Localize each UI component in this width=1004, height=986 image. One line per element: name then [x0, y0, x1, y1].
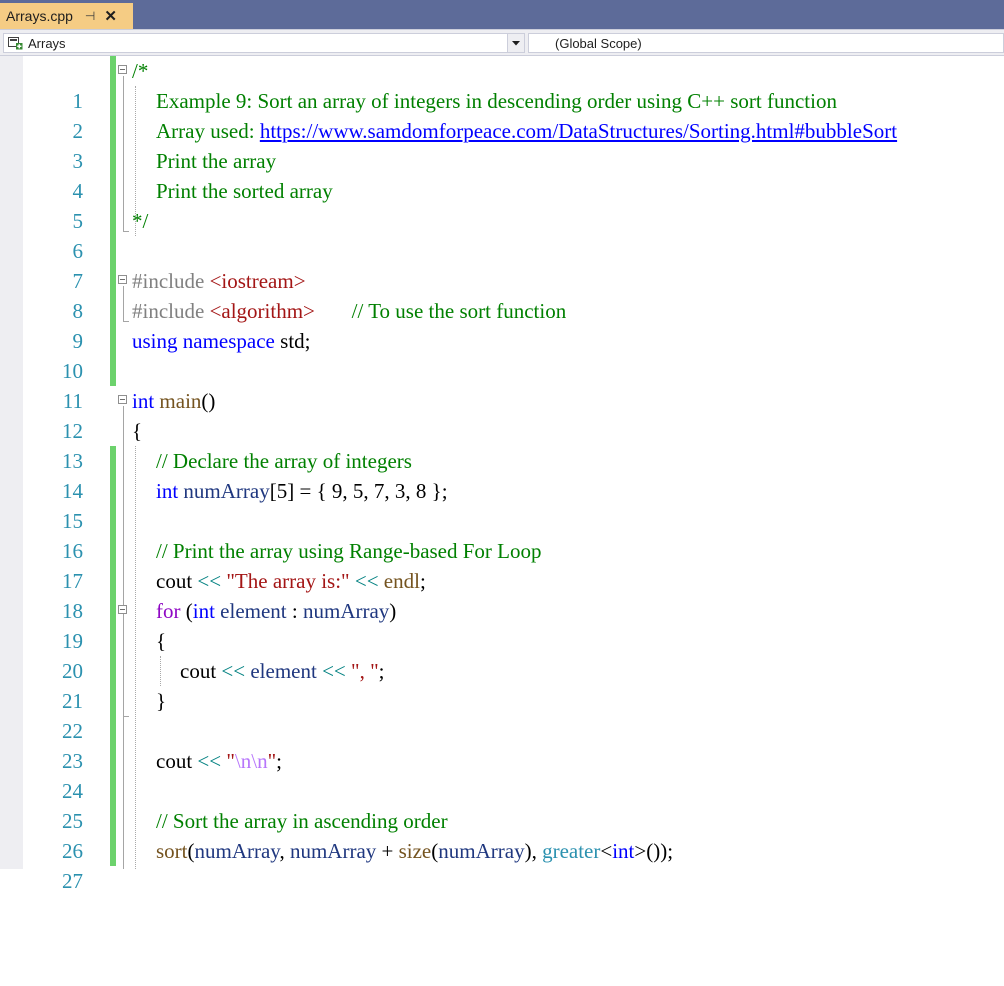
scope-dropdown[interactable]: (Global Scope)	[528, 33, 1004, 53]
code-text: Array used: https://www.samdomforpeace.c…	[156, 119, 898, 143]
change-marker	[110, 206, 116, 236]
change-marker	[110, 236, 116, 266]
code-line[interactable]: 2 Example 9: Sort an array of integers i…	[0, 86, 1004, 143]
project-dropdown[interactable]: Arrays	[3, 33, 525, 53]
fold-toggle-icon[interactable]	[118, 395, 127, 404]
code-line[interactable]: 14 // Declare the array of integers	[0, 446, 1004, 503]
code-line[interactable]: 20 {	[0, 626, 1004, 683]
code-text: #include <algorithm> // To use the sort …	[132, 299, 567, 323]
change-marker	[110, 326, 116, 356]
code-line[interactable]: 5 Print the sorted array	[0, 176, 1004, 233]
change-marker	[110, 746, 116, 776]
code-text: */	[132, 209, 149, 233]
change-marker	[110, 476, 116, 506]
code-line[interactable]: 6 */	[0, 206, 1004, 263]
code-text: Example 9: Sort an array of integers in …	[156, 89, 837, 113]
change-marker	[110, 86, 116, 116]
code-text: Print the sorted array	[156, 179, 333, 203]
change-marker	[110, 446, 116, 476]
code-line[interactable]: 4 Print the array	[0, 146, 1004, 203]
change-marker	[110, 656, 116, 686]
change-marker	[110, 806, 116, 836]
code-text: cout << element << ", ";	[180, 659, 385, 683]
code-line[interactable]: 12 int main()	[0, 386, 1004, 443]
code-line[interactable]: 24 cout << "\n\n";	[0, 746, 1004, 803]
document-tab-strip: Arrays.cpp ⊣ ✕	[0, 0, 1004, 29]
scope-name: (Global Scope)	[555, 35, 642, 51]
change-marker	[110, 296, 116, 326]
project-icon	[8, 36, 23, 50]
code-line[interactable]: 15 int numArray[5] = { 9, 5, 7, 3, 8 };	[0, 476, 1004, 533]
fold-toggle-icon[interactable]	[118, 275, 127, 284]
code-line[interactable]: 22 }	[0, 686, 1004, 743]
change-marker	[110, 146, 116, 176]
code-line[interactable]: 21 cout << element << ", ";	[0, 656, 1004, 713]
change-marker	[110, 716, 116, 746]
code-line[interactable]: 9 #include <algorithm> // To use the sor…	[0, 296, 1004, 353]
code-text: /*	[132, 59, 149, 83]
code-line[interactable]: 23	[0, 716, 1004, 773]
change-marker	[110, 836, 116, 866]
code-text: #include <iostream>	[132, 269, 306, 293]
code-text: int numArray[5] = { 9, 5, 7, 3, 8 };	[156, 479, 448, 503]
code-text: {	[132, 419, 143, 443]
code-text: // Sort the array in ascending order	[156, 809, 448, 833]
line-number: 27	[62, 869, 83, 893]
change-marker	[110, 686, 116, 716]
change-marker	[110, 176, 116, 206]
code-line[interactable]: 11	[0, 356, 1004, 413]
fold-toggle-icon[interactable]	[118, 65, 127, 74]
code-line[interactable]: 18 cout << "The array is:" << endl;	[0, 566, 1004, 623]
url-link[interactable]: https://www.samdomforpeace.com/DataStruc…	[260, 119, 897, 143]
code-line[interactable]: 1 /*	[0, 56, 1004, 113]
code-text: // Print the array using Range-based For…	[156, 539, 542, 563]
code-text: Print the array	[156, 149, 277, 173]
close-icon[interactable]: ✕	[104, 7, 117, 25]
change-marker	[110, 356, 116, 386]
project-name: Arrays	[28, 35, 66, 51]
navigation-bar: Arrays (Global Scope)	[0, 29, 1004, 56]
change-marker	[110, 776, 116, 806]
code-text: int main()	[132, 389, 216, 413]
change-marker	[110, 626, 116, 656]
change-marker	[110, 56, 116, 86]
document-tab-arrays-cpp[interactable]: Arrays.cpp ⊣ ✕	[0, 3, 133, 29]
code-line[interactable]: 16	[0, 506, 1004, 563]
code-line[interactable]: 10 using namespace std;	[0, 326, 1004, 383]
code-line[interactable]: 19 for (int element : numArray)	[0, 596, 1004, 653]
change-marker	[110, 536, 116, 566]
code-text: for (int element : numArray)	[156, 599, 397, 623]
code-line[interactable]: 17 // Print the array using Range-based …	[0, 536, 1004, 593]
code-line[interactable]: 8 #include <iostream>	[0, 266, 1004, 323]
code-editor[interactable]: 1 /* 2 Example 9: Sort an array of integ…	[0, 56, 1004, 893]
pin-icon[interactable]: ⊣	[85, 9, 95, 23]
code-line[interactable]: 13 {	[0, 416, 1004, 473]
fold-toggle-icon[interactable]	[118, 605, 127, 614]
code-text: cout << "The array is:" << endl;	[156, 569, 426, 593]
code-text: cout << "\n\n";	[156, 749, 283, 773]
change-marker	[110, 596, 116, 626]
change-marker	[110, 566, 116, 596]
code-text: }	[156, 689, 167, 713]
code-line[interactable]: 27 sort(numArray, numArray + size(numArr…	[0, 836, 1004, 893]
tab-title: Arrays.cpp	[6, 8, 73, 24]
code-text: sort(numArray, numArray + size(numArray)…	[156, 839, 674, 863]
change-marker	[110, 506, 116, 536]
code-text: {	[156, 629, 167, 653]
code-line[interactable]: 26 // Sort the array in ascending order	[0, 806, 1004, 863]
code-text: // Declare the array of integers	[156, 449, 412, 473]
code-line[interactable]: 3 Array used: https://www.samdomforpeace…	[0, 116, 1004, 173]
change-marker	[110, 116, 116, 146]
code-line[interactable]: 25	[0, 776, 1004, 833]
code-line[interactable]: 7	[0, 236, 1004, 293]
code-text: using namespace std;	[132, 329, 311, 353]
dropdown-arrow-icon[interactable]	[507, 34, 524, 52]
change-marker	[110, 266, 116, 296]
